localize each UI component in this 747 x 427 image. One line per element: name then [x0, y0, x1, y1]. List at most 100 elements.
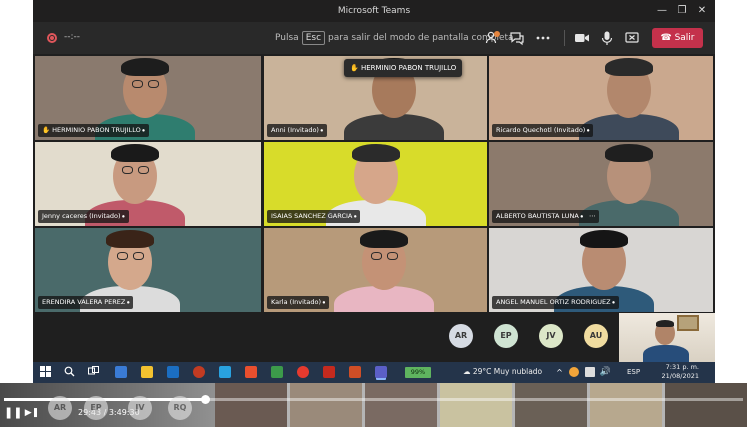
microphone-icon[interactable] — [599, 30, 615, 46]
participant-name-label: Ricardo Quechotl (Invitado) ⏺ — [492, 124, 594, 137]
weather-widget[interactable]: ☁ 29°C Muy nublado — [463, 367, 542, 376]
pause-icon[interactable]: ❚❚ — [4, 406, 22, 420]
clock-time: 7:31 p. m. — [665, 363, 699, 371]
player-avatar: RQ — [168, 396, 192, 420]
close-icon[interactable]: ✕ — [695, 4, 709, 18]
teams-app-icon[interactable] — [375, 366, 387, 378]
participant-name-label: ERENDIRA VALERA PEREZ ⏺ — [38, 296, 134, 309]
task-view-icon[interactable] — [87, 366, 100, 379]
mail-app-icon[interactable] — [115, 366, 127, 378]
hint-prefix: Pulsa — [275, 33, 299, 43]
more-options-icon[interactable]: ⋯ — [589, 212, 596, 220]
language-indicator[interactable]: ESP — [627, 368, 640, 376]
next-icon[interactable]: ▶❚ — [24, 406, 40, 420]
minimize-icon[interactable]: — — [655, 4, 669, 18]
opera-app-icon[interactable] — [193, 366, 205, 378]
video-tile[interactable]: ISAIAS SANCHEZ GARCIA ⏺ — [264, 142, 487, 226]
screenshot: Microsoft Teams — ❐ ✕ --:-- Pulsa Esc para… — [0, 0, 747, 427]
meeting-timer: --:-- — [64, 32, 81, 42]
participant-avatar[interactable]: EP — [494, 324, 518, 348]
search-icon[interactable] — [63, 366, 76, 379]
participant-name-label: Jenny caceres (Invitado) ⏺ — [38, 210, 129, 223]
clock-date: 21/08/2021 — [661, 372, 699, 380]
mic-off-icon: ⏺ — [352, 214, 357, 220]
participant-name-label: Karla (Invitado) ⏺ — [267, 296, 330, 309]
video-tile[interactable]: ANGEL MANUEL ORTIZ RODRIGUEZ ⏺ — [489, 228, 713, 312]
teams-window: Microsoft Teams — ❐ ✕ --:-- Pulsa Esc para… — [33, 0, 715, 383]
weather-text: 29°C Muy nublado — [472, 367, 543, 376]
edge-app-icon[interactable] — [167, 366, 179, 378]
video-tile[interactable]: Jenny caceres (Invitado) ⏺ — [35, 142, 261, 226]
participant-hair — [360, 230, 408, 248]
acrobat-app-icon[interactable] — [323, 366, 335, 378]
leave-label: Salir — [674, 33, 695, 43]
participants-icon[interactable] — [485, 30, 501, 46]
video-tile[interactable]: Ricardo Quechotl (Invitado) ⏺ — [489, 56, 713, 140]
progress-handle[interactable] — [201, 395, 210, 404]
glasses — [132, 80, 143, 88]
self-video[interactable] — [619, 313, 715, 362]
camera-icon[interactable] — [574, 30, 590, 46]
photos-app-icon[interactable] — [219, 366, 231, 378]
system-clock[interactable]: 7:31 p. m. 21/08/2021 — [643, 363, 699, 381]
participant-name-label: ALBERTO BAUTISTA LUNA ⏺ ⋯ — [492, 210, 600, 223]
participant-name: ANGEL MANUEL ORTIZ RODRIGUEZ — [496, 298, 611, 306]
cloud-icon: ☁ — [463, 367, 471, 376]
office-app-icon[interactable] — [245, 366, 257, 378]
opera-gx-icon[interactable] — [297, 366, 309, 378]
tooltip-name: HERMINIO PABON TRUJILLO — [360, 64, 457, 72]
glasses — [148, 80, 159, 88]
raised-hand-icon: ✋ — [42, 126, 53, 134]
participant-name-label: Anni (Invitado) ⏺ — [267, 124, 328, 137]
window-title: Microsoft Teams — [337, 6, 411, 16]
player-avatar: AR — [48, 396, 72, 420]
participant-avatar[interactable]: JV — [539, 324, 563, 348]
playback-progress[interactable] — [4, 395, 743, 404]
restore-icon[interactable]: ❐ — [675, 4, 689, 18]
mic-off-icon: ⏺ — [321, 300, 326, 306]
leave-button[interactable]: ☎ Salir — [652, 28, 703, 48]
video-tile[interactable]: ALBERTO BAUTISTA LUNA ⏺ ⋯ — [489, 142, 713, 226]
participant-avatar[interactable]: AU — [584, 324, 608, 348]
glasses — [387, 252, 398, 260]
participant-name: ERENDIRA VALERA PEREZ — [42, 298, 126, 306]
file-explorer-icon[interactable] — [141, 366, 153, 378]
overflow-participants: AR EP JV AU — [33, 322, 715, 352]
video-tile[interactable]: Karla (Invitado) ⏺ — [264, 228, 487, 312]
glasses — [138, 166, 149, 174]
video-tile[interactable]: ERENDIRA VALERA PEREZ ⏺ — [35, 228, 261, 312]
spotify-app-icon[interactable] — [271, 366, 283, 378]
video-tile[interactable]: ✋ HERMINIO PABON TRUJILLO ⏺ — [35, 56, 261, 140]
participant-hair — [121, 58, 169, 76]
windows-taskbar: 99% ☁ 29°C Muy nublado ^ 🔊 ESP 7:31 p. m… — [33, 362, 715, 383]
more-actions-icon[interactable] — [535, 30, 551, 46]
glasses — [117, 252, 128, 260]
network-icon[interactable] — [585, 367, 595, 377]
windows-start-icon[interactable] — [39, 366, 52, 379]
volume-icon[interactable]: 🔊 — [599, 366, 612, 379]
glasses — [122, 166, 133, 174]
participant-name: Ricardo Quechotl (Invitado) — [496, 126, 586, 134]
tray-app-icon[interactable] — [569, 367, 579, 377]
recording-icon — [47, 33, 57, 43]
participant-name: Karla (Invitado) — [271, 298, 322, 306]
video-player-bar — [0, 383, 747, 427]
glasses — [133, 252, 144, 260]
participant-name: Jenny caceres (Invitado) — [42, 212, 121, 220]
chevron-up-icon[interactable]: ^ — [553, 366, 566, 379]
participant-name: Anni (Invitado) — [271, 126, 319, 134]
chat-icon[interactable] — [509, 30, 525, 46]
participant-hair — [111, 144, 159, 162]
participant-name: ISAIAS SANCHEZ GARCIA — [271, 212, 353, 220]
mic-off-icon: ⏺ — [120, 214, 125, 220]
participant-avatar[interactable]: AR — [449, 324, 473, 348]
powerpoint-app-icon[interactable] — [349, 366, 361, 378]
name-tooltip: ✋ HERMINIO PABON TRUJILLO — [344, 59, 463, 77]
share-screen-icon[interactable] — [624, 30, 640, 46]
mic-off-icon: ⏺ — [318, 128, 324, 134]
participant-name: HERMINIO PABON TRUJILLO — [52, 126, 141, 134]
glasses — [371, 252, 382, 260]
mic-off-icon: ⏺ — [578, 214, 583, 220]
phone-hangup-icon: ☎ — [660, 33, 672, 43]
mic-off-icon: ⏺ — [585, 128, 590, 134]
